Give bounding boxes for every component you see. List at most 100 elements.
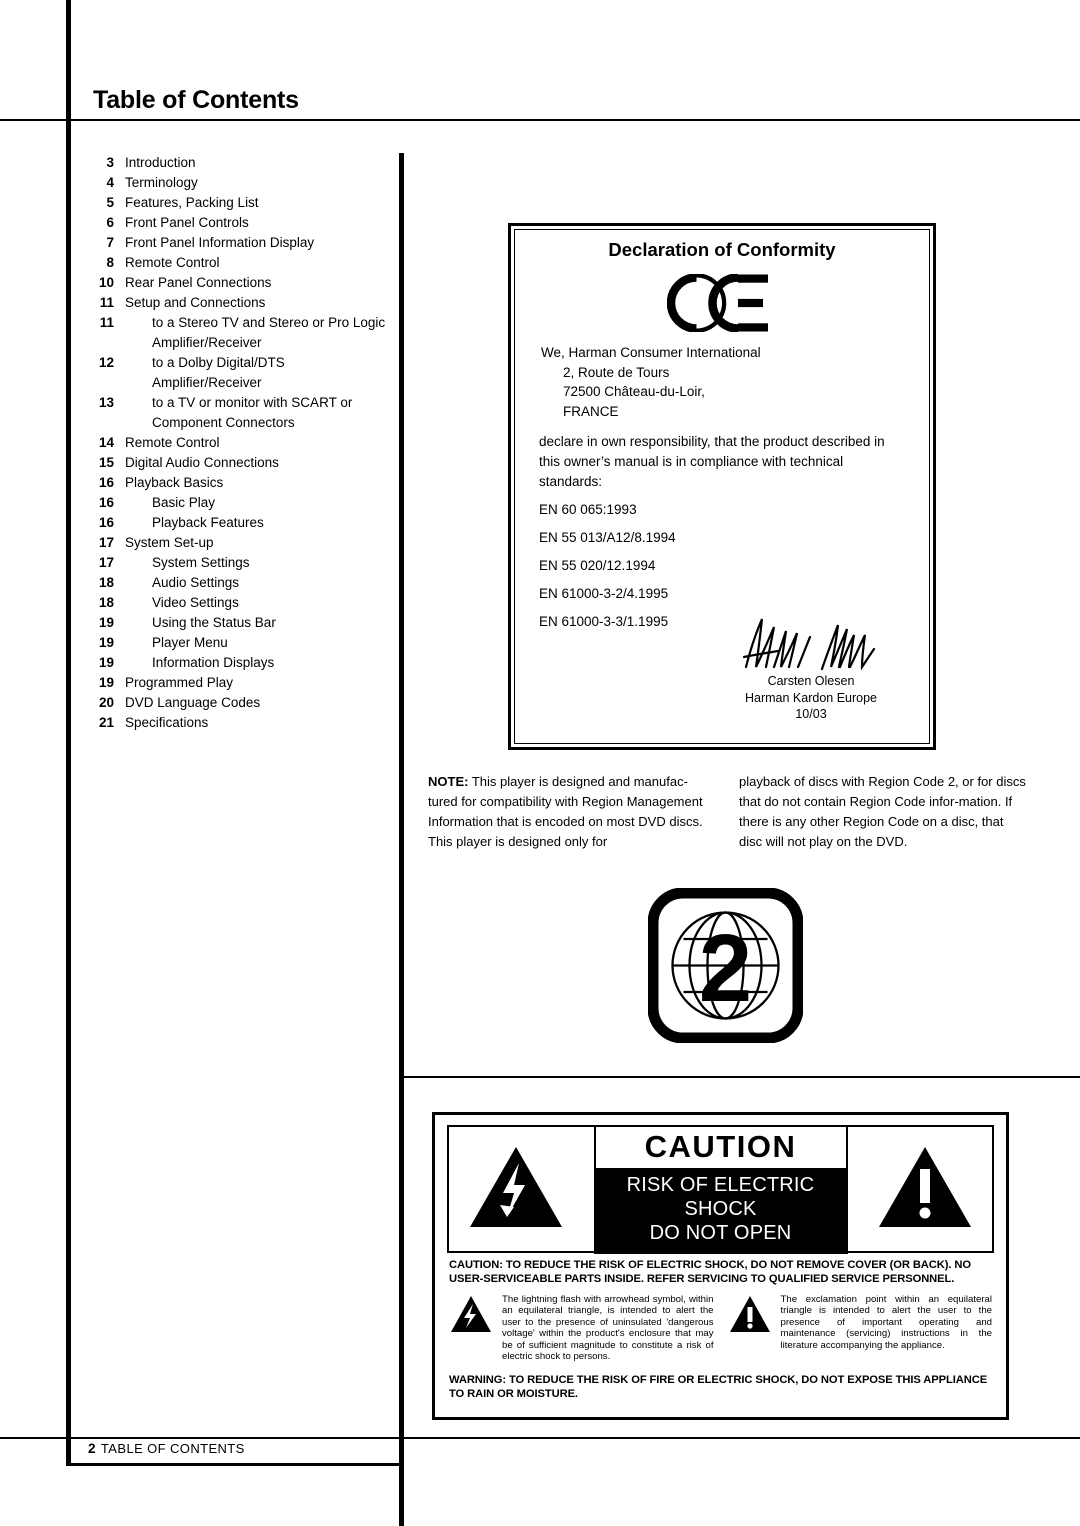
declaration-company: We, Harman Consumer International bbox=[541, 345, 761, 360]
region-code-2-globe-icon: 2 bbox=[647, 887, 804, 1044]
toc-entry-page-number: 5 bbox=[106, 195, 114, 210]
caution-main-text: CAUTION: TO REDUCE THE RISK OF ELECTRIC … bbox=[449, 1259, 971, 1285]
toc-entry-label: to a Stereo TV and Stereo or Pro Logic bbox=[152, 315, 386, 330]
exclamation-triangle-icon bbox=[876, 1143, 974, 1236]
toc-entry-page-number: 16 bbox=[98, 475, 114, 490]
toc-entry-page-number: 6 bbox=[106, 215, 114, 230]
toc-entry[interactable]: Amplifier/Receiver bbox=[88, 333, 388, 353]
signatory-organization: Harman Kardon Europe bbox=[744, 690, 878, 705]
caution-subheading: RISK OF ELECTRIC SHOCK DO NOT OPEN bbox=[595, 1167, 846, 1252]
note-text-left: This player is designed and manufac-ture… bbox=[428, 774, 703, 849]
toc-entry[interactable]: 21 Specifications bbox=[88, 713, 388, 733]
toc-entry-page-number: 16 bbox=[98, 515, 114, 530]
toc-entry-label: Component Connectors bbox=[152, 415, 295, 430]
note-column-right: playback of discs with Region Code 2, or… bbox=[739, 774, 1026, 849]
toc-entry-page-number: 7 bbox=[106, 235, 114, 250]
page-title: Table of Contents bbox=[93, 86, 299, 114]
caution-warning-text: WARNING: TO REDUCE THE RISK OF FIRE OR E… bbox=[449, 1374, 988, 1400]
table-of-contents-list: 3 Introduction 4 Terminology 5 Features, Pack… bbox=[88, 153, 388, 733]
caution-subheading-line2: DO NOT OPEN bbox=[649, 1221, 792, 1244]
toc-entry-label: System Set-up bbox=[125, 535, 214, 550]
declaration-address: We, Harman Consumer International 2, Rou… bbox=[541, 343, 761, 421]
toc-entry-page-number: 19 bbox=[98, 655, 114, 670]
explanation-lightning: The lightning flash with arrowhead symbo… bbox=[449, 1294, 714, 1362]
toc-entry[interactable]: 19 Programmed Play bbox=[88, 673, 388, 693]
toc-entry[interactable]: 19 Information Displays bbox=[88, 653, 388, 673]
toc-entry-page-number: 12 bbox=[98, 355, 114, 370]
toc-entry-page-number: 10 bbox=[98, 275, 114, 290]
toc-entry-page-number: 17 bbox=[98, 555, 114, 570]
toc-entry[interactable]: 15 Digital Audio Connections bbox=[88, 453, 388, 473]
toc-entry-page-number: 4 bbox=[106, 175, 114, 190]
toc-entry-label: Specifications bbox=[125, 715, 209, 730]
toc-entry[interactable]: 8 Remote Control bbox=[88, 253, 388, 273]
region-code-note: NOTE: This player is designed and manufa… bbox=[428, 772, 1028, 852]
toc-entry-label: Setup and Connections bbox=[125, 295, 266, 310]
toc-entry[interactable]: 10 Rear Panel Connections bbox=[88, 273, 388, 293]
toc-entry-label: to a TV or monitor with SCART or bbox=[152, 395, 353, 410]
column-divider-rule bbox=[399, 153, 404, 1526]
left-margin-rule bbox=[66, 0, 71, 1466]
toc-entry-page-number: 19 bbox=[98, 615, 114, 630]
toc-entry[interactable]: 5 Features, Packing List bbox=[88, 193, 388, 213]
caution-heading: CAUTION bbox=[595, 1126, 846, 1168]
toc-entry-label: Digital Audio Connections bbox=[125, 455, 279, 470]
toc-entry-page-number: 11 bbox=[99, 315, 114, 330]
declaration-standard: EN 61000-3-3/1.1995 bbox=[539, 614, 669, 629]
toc-entry[interactable]: 16 Basic Play bbox=[88, 493, 388, 513]
toc-entry-page-number: 17 bbox=[98, 535, 114, 550]
toc-entry[interactable]: 3 Introduction bbox=[88, 153, 388, 173]
toc-entry[interactable]: 16 Playback Basics bbox=[88, 473, 388, 493]
toc-entry[interactable]: 11 to a Stereo TV and Stereo or Pro Logic bbox=[88, 313, 388, 333]
note-label: NOTE: bbox=[428, 774, 469, 789]
toc-entry-label: DVD Language Codes bbox=[125, 695, 261, 710]
toc-entry[interactable]: 20 DVD Language Codes bbox=[88, 693, 388, 713]
toc-entry[interactable]: 12 to a Dolby Digital/DTS Amplifier/Recei… bbox=[88, 353, 388, 393]
explanation-exclamation: The exclamation point within an equilate… bbox=[728, 1294, 993, 1362]
toc-entry[interactable]: 16 Playback Features bbox=[88, 513, 388, 533]
toc-entry-page-number: 15 bbox=[98, 455, 114, 470]
toc-entry-label: Front Panel Information Display bbox=[125, 235, 315, 250]
toc-entry[interactable]: 17 System Set-up bbox=[88, 533, 388, 553]
toc-entry[interactable]: 4 Terminology bbox=[88, 173, 388, 193]
toc-entry[interactable]: 19 Player Menu bbox=[88, 633, 388, 653]
toc-entry[interactable]: 18 Audio Settings bbox=[88, 573, 388, 593]
toc-entry[interactable]: 17 System Settings bbox=[88, 553, 388, 573]
toc-entry[interactable]: 7 Front Panel Information Display bbox=[88, 233, 388, 253]
toc-entry-page-number: 14 bbox=[98, 435, 114, 450]
toc-entry[interactable]: 13 to a TV or monitor with SCART or bbox=[88, 393, 388, 413]
caution-sign: CAUTION RISK OF ELECTRIC SHOCK DO NOT OP… bbox=[593, 1124, 848, 1254]
declaration-statement: declare in own responsibility, that the … bbox=[539, 434, 885, 489]
declaration-address-line3: FRANCE bbox=[563, 403, 619, 419]
lightning-bolt-triangle-small-icon bbox=[449, 1294, 493, 1362]
explanation-exclamation-text: The exclamation point within an equilate… bbox=[780, 1294, 993, 1351]
footer-label: TABLE OF CONTENTS bbox=[100, 1441, 245, 1456]
right-column-divider-rule bbox=[399, 1076, 1080, 1078]
toc-entry-label: Features, Packing List bbox=[125, 195, 259, 210]
explanation-lightning-text: The lightning flash with arrowhead symbo… bbox=[502, 1294, 714, 1363]
toc-entry-label: Using the Status Bar bbox=[152, 615, 276, 630]
toc-entry[interactable]: 6 Front Panel Controls bbox=[88, 213, 388, 233]
toc-entry-label: Amplifier/Receiver bbox=[152, 335, 262, 350]
toc-entry-label: Programmed Play bbox=[125, 675, 234, 690]
toc-entry-label: Playback Features bbox=[152, 515, 264, 530]
toc-entry-label: Terminology bbox=[125, 175, 198, 190]
signatory-name: Carsten Olesen bbox=[767, 674, 855, 688]
note-column-left: NOTE: This player is designed and manufa… bbox=[428, 772, 717, 852]
toc-entry-label: Front Panel Controls bbox=[125, 215, 249, 230]
footer-bottom-rule bbox=[66, 1463, 404, 1466]
toc-entry[interactable]: Component Connectors bbox=[88, 413, 388, 433]
declaration-standard: EN 61000-3-2/4.1995 bbox=[539, 586, 669, 601]
toc-entry-label: System Settings bbox=[152, 555, 250, 570]
toc-entry-label: Video Settings bbox=[152, 595, 239, 610]
toc-entry-page-number: 11 bbox=[99, 295, 114, 310]
toc-entry[interactable]: 11 Setup and Connections bbox=[88, 293, 388, 313]
toc-entry[interactable]: 14 Remote Control bbox=[88, 433, 388, 453]
toc-entry[interactable]: 18 Video Settings bbox=[88, 593, 388, 613]
toc-entry[interactable]: 19 Using the Status Bar bbox=[88, 613, 388, 633]
caution-explanations: The lightning flash with arrowhead symbo… bbox=[449, 1294, 992, 1362]
declaration-of-conformity-box: Declaration of Conformity We, Harman Con… bbox=[508, 223, 936, 750]
toc-entry-page-number: 19 bbox=[98, 675, 114, 690]
toc-entry-label: Remote Control bbox=[125, 435, 220, 450]
caution-subheading-line1: RISK OF ELECTRIC SHOCK bbox=[626, 1173, 815, 1220]
